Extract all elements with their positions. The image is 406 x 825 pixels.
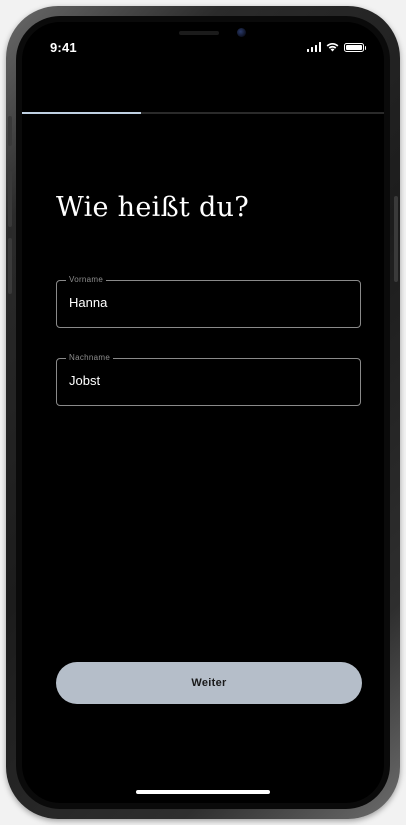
phone-bezel: 9:41 Wie heißt du? Vorname Hanna Nachnam… [16,16,390,809]
page: 9:41 Wie heißt du? Vorname Hanna Nachnam… [0,0,406,825]
home-indicator[interactable] [136,790,270,794]
speaker-grille [179,31,219,35]
status-time: 9:41 [50,40,77,55]
last-name-field[interactable]: Nachname [56,353,361,406]
last-name-label: Nachname [66,353,114,363]
status-bar: 9:41 [22,22,384,66]
app-screen: 9:41 Wie heißt du? Vorname Hanna Nachnam… [22,22,384,803]
status-icons [306,40,366,52]
phone-frame: 9:41 Wie heißt du? Vorname Hanna Nachnam… [6,6,400,819]
progress-bar [22,112,384,114]
volume-down-button [8,238,12,294]
wifi-icon [326,42,339,52]
battery-level [346,45,362,50]
silent-switch [8,116,12,146]
notch [119,22,287,48]
page-title: Wie heißt du? [56,192,249,223]
last-name-input[interactable] [69,373,349,388]
first-name-field[interactable]: Vorname [56,275,361,328]
power-button [394,196,398,282]
volume-up-button [8,171,12,227]
continue-button[interactable]: Weiter [56,662,362,704]
front-camera [237,28,246,37]
first-name-label: Vorname [66,275,107,285]
first-name-input[interactable] [69,295,349,310]
battery-icon [344,43,366,52]
progress-fill [22,112,142,114]
signal-icon [306,42,321,52]
